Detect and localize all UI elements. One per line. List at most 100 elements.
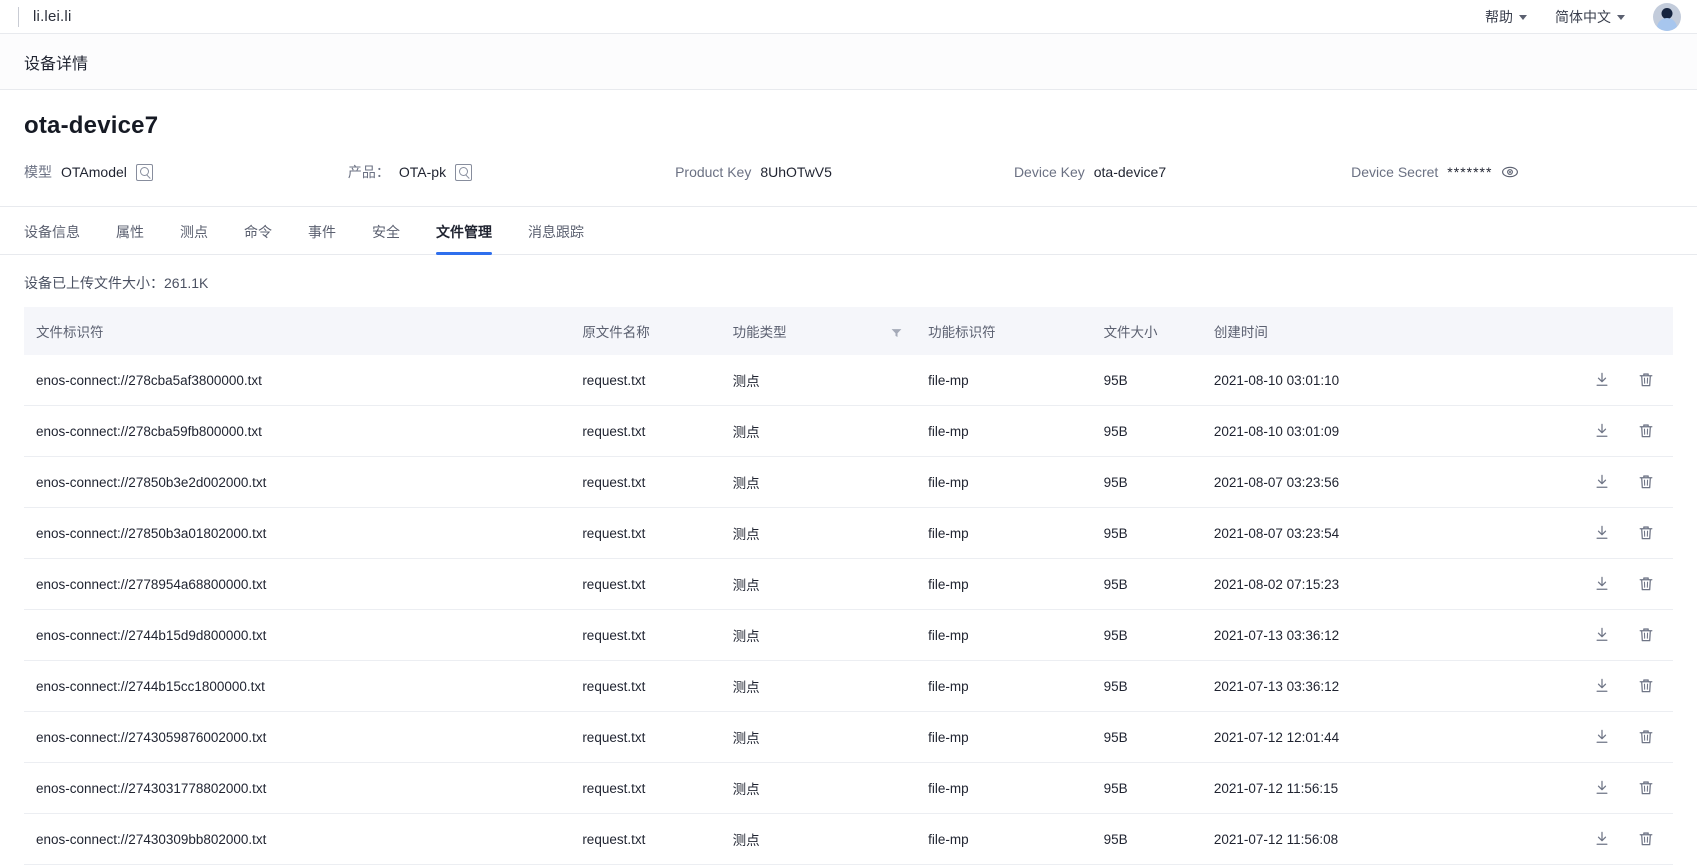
download-icon[interactable]	[1593, 422, 1611, 440]
brand-name: li.lei.li	[33, 8, 72, 25]
device-key-label: Device Key	[1013, 164, 1085, 180]
cell-file-id: enos-connect://2743059876002000.txt	[24, 711, 571, 763]
delete-icon[interactable]	[1637, 371, 1655, 389]
cell-original-name: request.txt	[570, 507, 721, 559]
avatar[interactable]	[1653, 2, 1681, 31]
help-menu[interactable]: 帮助	[1485, 7, 1527, 27]
delete-icon[interactable]	[1637, 524, 1655, 542]
model-label: 模型	[24, 164, 52, 180]
device-secret-field: Device Secret *******	[1351, 163, 1519, 181]
delete-icon[interactable]	[1637, 626, 1655, 644]
download-icon[interactable]	[1593, 626, 1611, 644]
th-feature-key: 功能标识符	[916, 307, 1092, 355]
cell-file-size: 95B	[1091, 355, 1202, 406]
cell-feature-type: 测点	[720, 456, 917, 508]
table-row[interactable]: enos-connect://2743031778802000.txt requ…	[24, 762, 1673, 814]
tab-commands[interactable]: 命令	[244, 222, 272, 254]
device-secret-label: Device Secret	[1351, 164, 1439, 180]
tab-security[interactable]: 安全	[372, 222, 400, 254]
cell-feature-key: file-mp	[916, 405, 1092, 457]
product-label: 产品：	[347, 164, 390, 180]
cell-created-at: 2021-07-12 12:01:44	[1201, 711, 1463, 763]
th-feature-type-label: 功能类型	[732, 325, 787, 340]
delete-icon[interactable]	[1637, 575, 1655, 593]
table-row[interactable]: enos-connect://2744b15cc1800000.txt requ…	[24, 660, 1673, 712]
cell-actions	[1462, 609, 1673, 661]
download-icon[interactable]	[1593, 830, 1611, 848]
cell-original-name: request.txt	[570, 762, 721, 814]
download-icon[interactable]	[1593, 371, 1611, 389]
cell-feature-key: file-mp	[916, 355, 1092, 406]
cell-file-size: 95B	[1091, 711, 1202, 763]
brand-divider	[18, 6, 19, 27]
table-row[interactable]: enos-connect://278cba59fb800000.txt requ…	[24, 405, 1673, 457]
cell-created-at: 2021-07-12 11:56:08	[1201, 813, 1463, 865]
table-row[interactable]: enos-connect://27850b3a01802000.txt requ…	[24, 507, 1673, 559]
cell-original-name: request.txt	[570, 456, 721, 508]
download-icon[interactable]	[1593, 728, 1611, 746]
tab-file-management[interactable]: 文件管理	[436, 222, 492, 255]
product-key-value: 8UhOTwV5	[760, 164, 832, 180]
uploaded-size-value: 261.1K	[164, 275, 209, 291]
table-row[interactable]: enos-connect://2743059876002000.txt requ…	[24, 711, 1673, 763]
download-icon[interactable]	[1593, 473, 1611, 491]
table-row[interactable]: enos-connect://27430309bb802000.txt requ…	[24, 813, 1673, 865]
tab-attributes[interactable]: 属性	[116, 222, 144, 254]
table-row[interactable]: enos-connect://27850b3e2d002000.txt requ…	[24, 456, 1673, 508]
cell-created-at: 2021-08-02 07:15:23	[1201, 558, 1463, 610]
cell-original-name: request.txt	[570, 355, 721, 406]
table-body: enos-connect://278cba5af3800000.txt requ…	[24, 355, 1673, 865]
table-row[interactable]: enos-connect://2744b15d9d800000.txt requ…	[24, 609, 1673, 661]
product-search-icon[interactable]	[455, 163, 473, 181]
table-row[interactable]: enos-connect://2778954a68800000.txt requ…	[24, 558, 1673, 610]
delete-icon[interactable]	[1637, 422, 1655, 440]
cell-file-size: 95B	[1091, 507, 1202, 559]
model-search-icon[interactable]	[135, 163, 153, 181]
tab-message-tracking[interactable]: 消息跟踪	[528, 222, 584, 254]
delete-icon[interactable]	[1637, 728, 1655, 746]
cell-feature-type: 测点	[720, 762, 917, 814]
tab-device-info[interactable]: 设备信息	[24, 222, 80, 254]
cell-original-name: request.txt	[570, 660, 721, 712]
cell-file-id: enos-connect://27850b3e2d002000.txt	[24, 456, 571, 508]
cell-actions	[1462, 762, 1673, 814]
cell-file-size: 95B	[1091, 405, 1202, 457]
delete-icon[interactable]	[1637, 830, 1655, 848]
cell-file-size: 95B	[1091, 558, 1202, 610]
device-info-block: ota-device7 模型 OTAmodel 产品： OTA-pk Produ…	[0, 90, 1697, 206]
th-original-name: 原文件名称	[570, 307, 721, 355]
delete-icon[interactable]	[1637, 677, 1655, 695]
filter-icon[interactable]	[891, 326, 902, 337]
download-icon[interactable]	[1593, 524, 1611, 542]
uploaded-size-label: 设备已上传文件大小：	[24, 275, 164, 291]
cell-feature-key: file-mp	[916, 609, 1092, 661]
cell-original-name: request.txt	[570, 405, 721, 457]
cell-file-size: 95B	[1091, 609, 1202, 661]
delete-icon[interactable]	[1637, 473, 1655, 491]
download-icon[interactable]	[1593, 575, 1611, 593]
download-icon[interactable]	[1593, 779, 1611, 797]
product-key-label: Product Key	[675, 164, 752, 180]
th-actions	[1462, 307, 1673, 355]
cell-feature-key: file-mp	[916, 711, 1092, 763]
cell-created-at: 2021-07-13 03:36:12	[1201, 609, 1463, 661]
header-left: li.lei.li	[0, 0, 71, 33]
tab-events[interactable]: 事件	[308, 222, 336, 254]
tab-bar: 设备信息 属性 测点 命令 事件 安全 文件管理 消息跟踪	[0, 207, 1697, 255]
cell-file-id: enos-connect://2744b15d9d800000.txt	[24, 609, 571, 661]
cell-file-id: enos-connect://2743031778802000.txt	[24, 762, 571, 814]
eye-icon[interactable]	[1501, 163, 1519, 181]
download-icon[interactable]	[1593, 677, 1611, 695]
help-menu-label: 帮助	[1485, 8, 1513, 25]
device-secret-value: *******	[1447, 164, 1493, 180]
cell-original-name: request.txt	[570, 813, 721, 865]
cell-feature-type: 测点	[720, 813, 917, 865]
cell-original-name: request.txt	[570, 558, 721, 610]
cell-file-size: 95B	[1091, 813, 1202, 865]
cell-file-id: enos-connect://27430309bb802000.txt	[24, 813, 571, 865]
delete-icon[interactable]	[1637, 779, 1655, 797]
table-row[interactable]: enos-connect://278cba5af3800000.txt requ…	[24, 355, 1673, 406]
language-menu[interactable]: 简体中文	[1555, 7, 1625, 27]
device-meta-row: 模型 OTAmodel 产品： OTA-pk Product Key 8UhOT…	[24, 162, 1673, 206]
tab-measurement-points[interactable]: 测点	[180, 222, 208, 254]
